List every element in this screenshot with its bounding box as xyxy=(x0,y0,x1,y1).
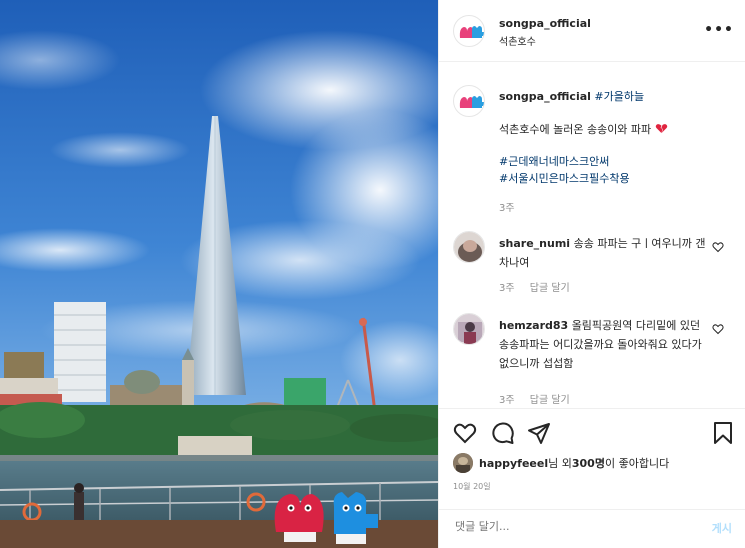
likes-first-username[interactable]: happyfeeel xyxy=(479,457,548,470)
hashtag-link[interactable]: #서울시민은마스크필수착용 xyxy=(499,170,630,186)
likes-suffix: 이 좋아합니다 xyxy=(604,457,670,470)
heart-icon[interactable] xyxy=(712,323,724,335)
songpa-logo-icon[interactable] xyxy=(453,85,485,117)
hashtag-link[interactable]: #가을하늘 xyxy=(594,90,644,103)
comment-username[interactable]: share_numi xyxy=(499,237,570,250)
comment-age[interactable]: 3주 xyxy=(499,395,515,406)
comment-icon[interactable] xyxy=(491,421,515,445)
avatar[interactable] xyxy=(453,231,485,263)
reply-button[interactable]: 답글 달기 xyxy=(530,395,570,406)
post-author-username[interactable]: songpa_official xyxy=(499,17,591,30)
caption-username[interactable]: songpa_official xyxy=(499,90,591,103)
post-detail-panel: songpa_official 석촌호수 ••• songpa_official… xyxy=(438,0,745,548)
heart-icon[interactable] xyxy=(712,241,724,253)
avatar[interactable] xyxy=(453,313,485,345)
comment-username[interactable]: hemzard83 xyxy=(499,319,568,332)
comment-text: share_numi 송송 파파는 구ㅣ여우니까 갠차나여 xyxy=(499,234,709,272)
comment-meta: 3주 답글 달기 xyxy=(499,391,570,406)
heart-icon[interactable] xyxy=(453,421,477,445)
bookmark-icon[interactable] xyxy=(711,421,735,445)
add-comment-bar: 게시 xyxy=(439,509,745,547)
reply-button[interactable]: 답글 달기 xyxy=(530,283,570,294)
comment-age[interactable]: 3주 xyxy=(499,283,515,294)
share-icon[interactable] xyxy=(527,421,551,445)
likes-middle: 님 외 xyxy=(548,457,572,470)
caption-text: 석촌호수에 놀러온 송송이와 파파 xyxy=(499,121,668,137)
songpa-logo-icon[interactable] xyxy=(453,15,485,47)
comment-text: hemzard83 올림픽공원역 다리밑에 있던 송송파파는 어디갔을까요 돌아… xyxy=(499,316,709,373)
caption-age[interactable]: 3주 xyxy=(499,199,515,214)
comment-input[interactable] xyxy=(455,520,685,533)
broken-heart-emoji-icon xyxy=(655,124,667,134)
post-date[interactable]: 10월 20일 xyxy=(453,481,491,492)
likes-summary: happyfeeel 님 외 300명 이 좋아합니다 xyxy=(453,453,669,473)
post-comment-button[interactable]: 게시 xyxy=(712,520,732,536)
avatar[interactable] xyxy=(453,453,473,473)
caption-body: 석촌호수에 놀러온 송송이와 파파 xyxy=(499,123,652,136)
comment-meta: 3주 답글 달기 xyxy=(499,279,570,294)
post-actions: happyfeeel 님 외 300명 이 좋아합니다 10월 20일 게시 xyxy=(439,408,745,546)
likes-count[interactable]: 300명 xyxy=(572,455,605,471)
comments-list[interactable]: songpa_official #가을하늘 석촌호수에 놀러온 송송이와 파파 … xyxy=(439,63,745,409)
hashtag-link[interactable]: #근데왜너네마스크안써 xyxy=(499,153,609,169)
caption-header: songpa_official #가을하늘 xyxy=(499,88,644,104)
post-photo[interactable] xyxy=(0,0,438,548)
post-location[interactable]: 석촌호수 xyxy=(499,33,536,48)
more-options-icon[interactable]: ••• xyxy=(704,22,734,38)
post-header: songpa_official 석촌호수 ••• xyxy=(439,0,745,62)
